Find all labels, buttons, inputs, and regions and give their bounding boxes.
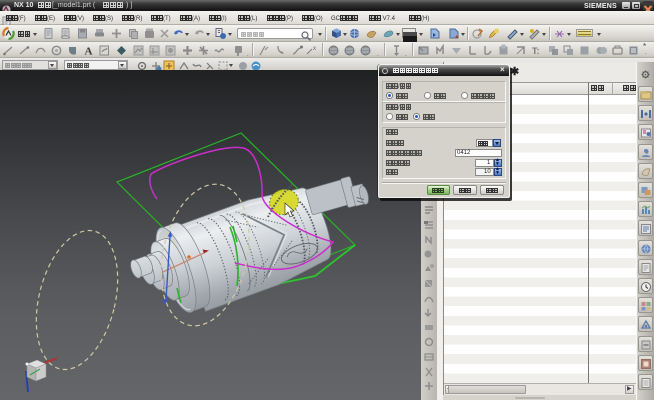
svg-text:x: x (313, 46, 316, 52)
svg-text:A: A (85, 46, 93, 58)
svg-text:T:: T: (532, 46, 540, 56)
